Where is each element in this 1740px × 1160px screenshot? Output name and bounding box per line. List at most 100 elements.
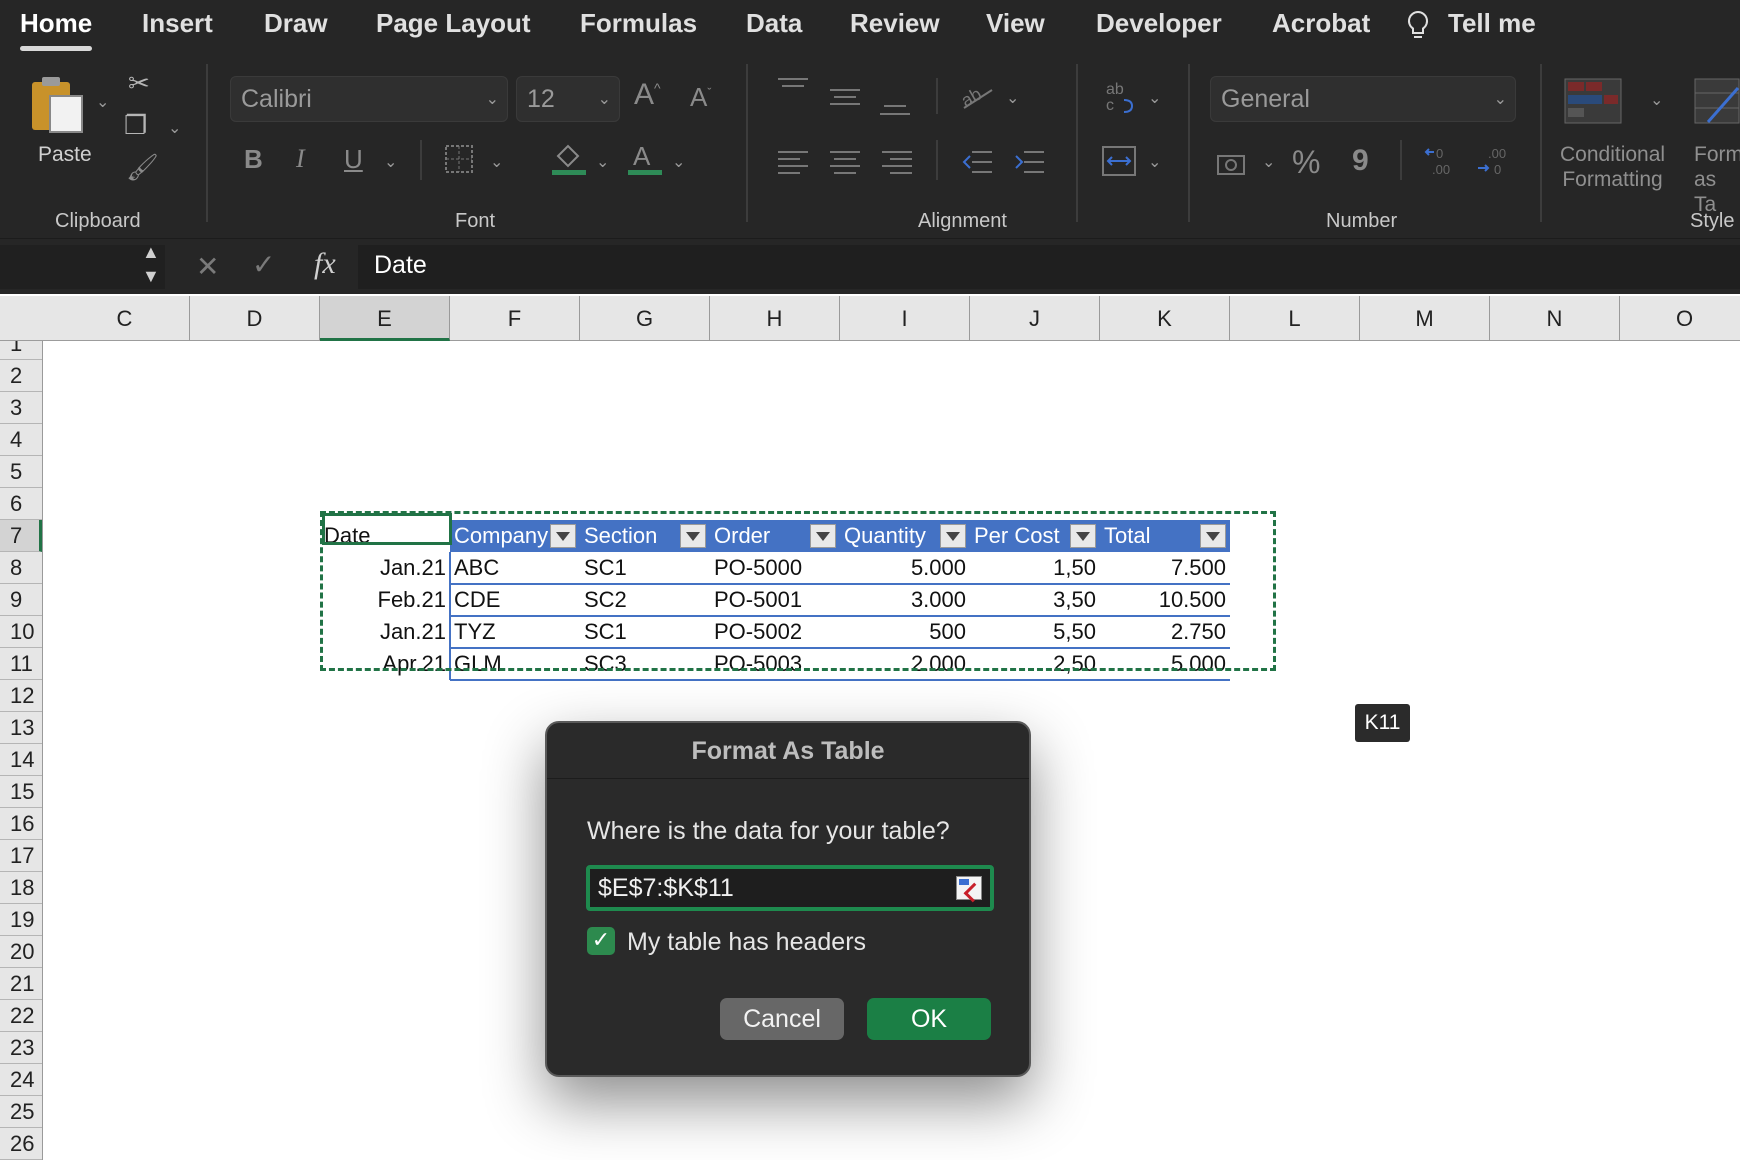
conditional-formatting-icon[interactable] — [1564, 78, 1622, 128]
table-cell[interactable]: ABC — [450, 552, 580, 584]
tab-page-layout[interactable]: Page Layout — [376, 8, 531, 39]
column-header-e[interactable]: E — [320, 296, 450, 341]
row-header-9[interactable]: 9 — [0, 584, 42, 616]
name-box[interactable] — [0, 245, 165, 289]
confirm-entry-icon[interactable]: ✓ — [252, 251, 275, 279]
headers-checkbox-label[interactable]: My table has headers — [627, 928, 866, 957]
table-cell[interactable]: PO-5000 — [710, 552, 840, 584]
borders-icon[interactable] — [444, 144, 474, 178]
table-cell[interactable]: PO-5003 — [710, 648, 840, 680]
row-header-4[interactable]: 4 — [0, 424, 42, 456]
table-cell[interactable]: 7.500 — [1100, 552, 1230, 584]
underline-button[interactable]: U — [344, 146, 363, 172]
column-header-g[interactable]: G — [580, 296, 710, 341]
increase-indent-icon[interactable] — [1014, 148, 1044, 180]
column-header-o[interactable]: O — [1620, 296, 1740, 341]
align-center-icon[interactable] — [830, 148, 860, 180]
table-cell[interactable]: GLM — [450, 648, 580, 680]
tab-home[interactable]: Home — [20, 8, 93, 51]
row-header-3[interactable]: 3 — [0, 392, 42, 424]
decrease-font-icon[interactable]: Aˇ — [690, 84, 711, 110]
increase-decimal-icon[interactable]: 0.00 — [1424, 144, 1460, 182]
filter-dropdown-icon[interactable] — [1200, 524, 1226, 548]
tab-view[interactable]: View — [986, 8, 1045, 39]
percent-button[interactable]: % — [1292, 146, 1320, 178]
column-header-i[interactable]: I — [840, 296, 970, 341]
formula-input[interactable]: Date — [358, 245, 1740, 289]
row-header-20[interactable]: 20 — [0, 936, 42, 968]
text-orientation-icon[interactable]: ab — [958, 82, 996, 116]
filter-dropdown-icon[interactable] — [940, 524, 966, 548]
format-painter-icon[interactable]: 🖌 — [126, 154, 159, 180]
number-format-select[interactable]: General ⌄ — [1210, 76, 1516, 122]
column-header-c[interactable]: C — [60, 296, 190, 341]
table-cell[interactable]: 1,50 — [970, 552, 1100, 584]
row-header-7[interactable]: 7 — [0, 520, 42, 552]
align-top-icon[interactable] — [778, 76, 808, 106]
align-left-icon[interactable] — [778, 148, 808, 180]
cancel-button[interactable]: Cancel — [720, 998, 844, 1040]
row-header-11[interactable]: 11 — [0, 648, 42, 680]
table-cell[interactable]: 5,50 — [970, 616, 1100, 648]
row-header-13[interactable]: 13 — [0, 712, 42, 744]
table-cell[interactable]: SC3 — [580, 648, 710, 680]
row-header-6[interactable]: 6 — [0, 488, 42, 520]
tab-formulas[interactable]: Formulas — [580, 8, 697, 39]
paste-button[interactable]: ⌄ — [28, 74, 109, 139]
table-cell[interactable]: 10.500 — [1100, 584, 1230, 616]
headers-checkbox[interactable]: ✓ — [587, 927, 615, 955]
tab-draw[interactable]: Draw — [264, 8, 328, 39]
align-middle-icon[interactable] — [830, 84, 860, 114]
table-cell[interactable]: PO-5001 — [710, 584, 840, 616]
table-cell[interactable]: 2.750 — [1100, 616, 1230, 648]
increase-font-icon[interactable]: A^ — [634, 80, 661, 110]
table-cell[interactable]: 5.000 — [840, 552, 970, 584]
table-cell[interactable]: 3.000 — [840, 584, 970, 616]
comma-button[interactable]: 9 — [1352, 146, 1369, 176]
tab-insert[interactable]: Insert — [142, 8, 213, 39]
tab-developer[interactable]: Developer — [1096, 8, 1222, 39]
filter-dropdown-icon[interactable] — [680, 524, 706, 548]
column-header-k[interactable]: K — [1100, 296, 1230, 341]
row-header-23[interactable]: 23 — [0, 1032, 42, 1064]
align-right-icon[interactable] — [882, 148, 912, 180]
row-header-21[interactable]: 21 — [0, 968, 42, 1000]
conditional-formatting-button[interactable]: Conditional Formatting — [1560, 142, 1665, 192]
filter-dropdown-icon[interactable] — [810, 524, 836, 548]
filter-dropdown-icon[interactable] — [550, 524, 576, 548]
column-header-f[interactable]: F — [450, 296, 580, 341]
merge-center-icon[interactable] — [1102, 146, 1136, 180]
table-header-cell[interactable]: Date — [320, 520, 450, 552]
column-header-m[interactable]: M — [1360, 296, 1490, 341]
decrease-indent-icon[interactable] — [962, 148, 992, 180]
column-header-h[interactable]: H — [710, 296, 840, 341]
table-cell[interactable]: SC2 — [580, 584, 710, 616]
currency-icon[interactable] — [1216, 150, 1250, 184]
tab-tell-me[interactable]: Tell me — [1448, 8, 1536, 39]
filter-dropdown-icon[interactable] — [1070, 524, 1096, 548]
row-header-12[interactable]: 12 — [0, 680, 42, 712]
column-header-j[interactable]: J — [970, 296, 1100, 341]
cancel-entry-icon[interactable]: ✕ — [196, 253, 219, 281]
row-header-14[interactable]: 14 — [0, 744, 42, 776]
ok-button[interactable]: OK — [867, 998, 991, 1040]
fill-color-icon[interactable] — [552, 140, 586, 180]
range-picker-icon[interactable] — [956, 876, 982, 900]
column-header-n[interactable]: N — [1490, 296, 1620, 341]
format-as-table-icon[interactable] — [1694, 78, 1740, 128]
row-header-15[interactable]: 15 — [0, 776, 42, 808]
table-cell[interactable]: 500 — [840, 616, 970, 648]
font-name-select[interactable]: Calibri ⌄ — [230, 76, 508, 122]
table-cell[interactable]: 2,50 — [970, 648, 1100, 680]
table-cell[interactable]: 3,50 — [970, 584, 1100, 616]
table-cell[interactable]: 5.000 — [1100, 648, 1230, 680]
row-header-24[interactable]: 24 — [0, 1064, 42, 1096]
font-size-select[interactable]: 12 ⌄ — [516, 76, 620, 122]
name-box-up-icon[interactable]: ▲ — [142, 243, 160, 261]
table-cell[interactable]: Jan.21 — [320, 552, 450, 584]
row-header-18[interactable]: 18 — [0, 872, 42, 904]
table-cell[interactable]: CDE — [450, 584, 580, 616]
row-header-16[interactable]: 16 — [0, 808, 42, 840]
table-cell[interactable]: SC1 — [580, 616, 710, 648]
italic-button[interactable]: I — [296, 146, 305, 172]
